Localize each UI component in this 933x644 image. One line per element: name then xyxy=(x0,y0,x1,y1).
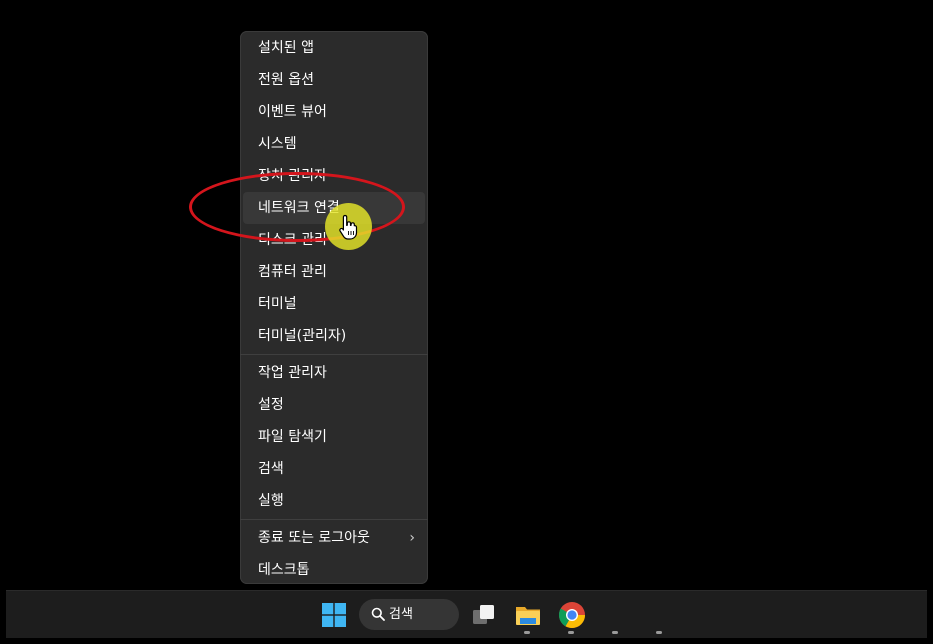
running-indicator xyxy=(524,631,530,634)
task-view-icon[interactable] xyxy=(468,599,500,631)
menu-item-power-options[interactable]: 전원 옵션 xyxy=(243,64,425,96)
menu-item-system[interactable]: 시스템 xyxy=(243,128,425,160)
search-box-label: 검색 xyxy=(389,607,413,622)
running-indicator xyxy=(612,631,618,634)
menu-group-system-tools: 설치된 앱 전원 옵션 이벤트 뷰어 시스템 장치 관리자 네트워크 연결 디스… xyxy=(240,32,428,352)
menu-item-device-manager[interactable]: 장치 관리자 xyxy=(243,160,425,192)
winx-context-menu: 설치된 앱 전원 옵션 이벤트 뷰어 시스템 장치 관리자 네트워크 연결 디스… xyxy=(240,31,428,584)
desktop-screen: 설치된 앱 전원 옵션 이벤트 뷰어 시스템 장치 관리자 네트워크 연결 디스… xyxy=(0,0,933,644)
search-icon xyxy=(371,607,385,621)
menu-item-terminal-admin[interactable]: 터미널(관리자) xyxy=(243,320,425,352)
menu-item-computer-management[interactable]: 컴퓨터 관리 xyxy=(243,256,425,288)
menu-item-label: 종료 또는 로그아웃 xyxy=(258,530,370,546)
windows-start-icon[interactable] xyxy=(318,599,350,631)
file-explorer-icon[interactable] xyxy=(512,599,544,631)
running-indicator xyxy=(568,631,574,634)
menu-item-file-explorer[interactable]: 파일 탐색기 xyxy=(243,421,425,453)
menu-item-shutdown-signout[interactable]: 종료 또는 로그아웃 › xyxy=(243,522,425,554)
chevron-right-icon: › xyxy=(409,530,415,546)
running-indicator xyxy=(656,631,662,634)
menu-item-terminal[interactable]: 터미널 xyxy=(243,288,425,320)
taskbar: 검색 xyxy=(6,590,927,638)
menu-divider xyxy=(240,519,428,520)
menu-group-apps: 작업 관리자 설정 파일 탐색기 검색 실행 xyxy=(240,357,428,517)
menu-item-desktop[interactable]: 데스크톱 xyxy=(243,554,425,586)
menu-divider xyxy=(240,354,428,355)
menu-group-session: 종료 또는 로그아웃 › 데스크톱 xyxy=(240,522,428,586)
taskbar-search-box[interactable]: 검색 xyxy=(359,599,459,630)
menu-item-event-viewer[interactable]: 이벤트 뷰어 xyxy=(243,96,425,128)
chrome-icon[interactable] xyxy=(556,599,588,631)
menu-item-search[interactable]: 검색 xyxy=(243,453,425,485)
menu-item-run[interactable]: 실행 xyxy=(243,485,425,517)
menu-item-installed-apps[interactable]: 설치된 앱 xyxy=(243,32,425,64)
menu-item-settings[interactable]: 설정 xyxy=(243,389,425,421)
menu-item-task-manager[interactable]: 작업 관리자 xyxy=(243,357,425,389)
menu-item-disk-management[interactable]: 디스크 관리 xyxy=(243,224,425,256)
menu-item-network-connections[interactable]: 네트워크 연결 xyxy=(243,192,425,224)
